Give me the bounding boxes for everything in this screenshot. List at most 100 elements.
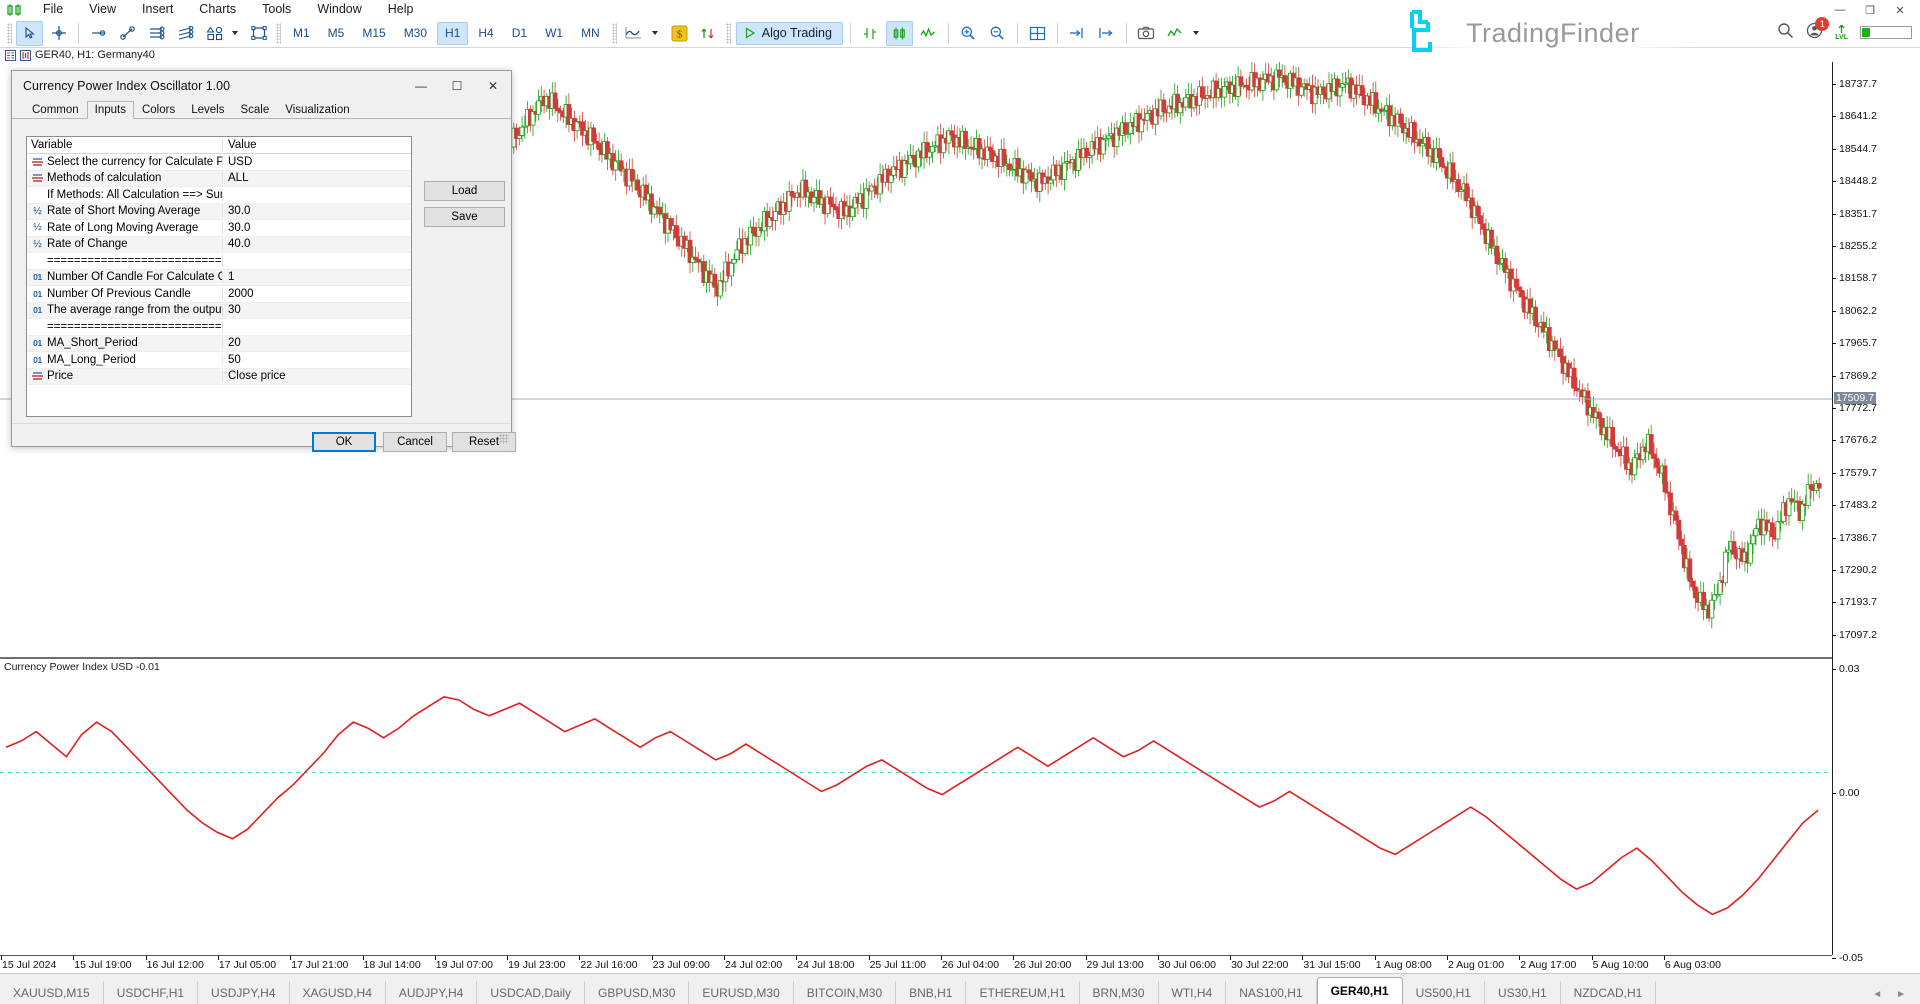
minimize-window-button[interactable]: — <box>1826 2 1854 18</box>
toolbar-grip-2[interactable] <box>276 23 281 44</box>
chart-tab[interactable]: BNB,H1 <box>896 981 966 1004</box>
toolbar-grip[interactable] <box>7 23 12 44</box>
inputs-grid-row[interactable]: ½Rate of Change40.0 <box>27 237 411 254</box>
input-value[interactable]: 50 <box>223 354 411 366</box>
inputs-grid-row[interactable]: ½Rate of Short Moving Average30.0 <box>27 204 411 221</box>
menu-insert[interactable]: Insert <box>129 0 186 19</box>
tab-prev-button[interactable]: ◄ <box>1872 989 1882 1000</box>
chart-tab[interactable]: USDJPY,H4 <box>198 981 289 1004</box>
indicators-icon[interactable] <box>695 21 722 46</box>
dialog-resize-grip[interactable] <box>499 434 509 444</box>
minimize-icon[interactable]: — <box>403 72 439 100</box>
menu-file[interactable]: File <box>30 0 76 19</box>
zoom-out-icon[interactable] <box>984 21 1011 46</box>
object-select-icon[interactable] <box>245 21 272 46</box>
menu-help[interactable]: Help <box>375 0 427 19</box>
chart-tab[interactable]: NAS100,H1 <box>1226 981 1316 1004</box>
input-value[interactable]: ALL <box>223 172 411 184</box>
input-value[interactable]: 2000 <box>223 288 411 300</box>
maximize-icon[interactable]: ☐ <box>439 72 475 100</box>
tab-common[interactable]: Common <box>24 101 87 118</box>
tab-next-button[interactable]: ► <box>1896 989 1906 1000</box>
screenshot-icon[interactable] <box>1133 21 1160 46</box>
shapes-icon[interactable] <box>201 21 228 46</box>
timeframe-m15[interactable]: M15 <box>354 22 393 45</box>
inputs-grid-row[interactable]: 01Number Of Candle For Calculate Curren…… <box>27 270 411 287</box>
fibonacci-icon[interactable] <box>172 21 199 46</box>
tab-levels[interactable]: Levels <box>183 101 232 118</box>
chart-tab[interactable]: AUDJPY,H4 <box>386 981 477 1004</box>
menu-tools[interactable]: Tools <box>249 0 304 19</box>
price-scale[interactable]: 18737.718641.218544.718448.218351.718255… <box>1832 62 1920 955</box>
inputs-grid-row[interactable]: 01MA_Short_Period20 <box>27 336 411 353</box>
zoom-in-icon[interactable] <box>955 21 982 46</box>
pane-divider[interactable] <box>0 657 1920 659</box>
chart-type-dropdown-icon[interactable] <box>652 31 658 35</box>
diagonal-line-icon[interactable] <box>114 21 141 46</box>
tab-visualization[interactable]: Visualization <box>277 101 357 118</box>
timeframe-m30[interactable]: M30 <box>396 22 435 45</box>
chart-tab[interactable]: US30,H1 <box>1485 981 1561 1004</box>
toolbar-grip-3[interactable] <box>612 23 617 44</box>
timeframe-h4[interactable]: H4 <box>470 22 501 45</box>
timeframe-d1[interactable]: D1 <box>504 22 535 45</box>
load-button[interactable]: Load <box>424 181 505 201</box>
inputs-grid-row[interactable]: 01The average range from the output30 <box>27 303 411 320</box>
templates-dropdown-icon[interactable] <box>1193 31 1199 35</box>
chart-tab[interactable]: WTI,H4 <box>1159 981 1227 1004</box>
trendline-icon[interactable] <box>85 21 112 46</box>
templates-icon[interactable] <box>1162 21 1189 46</box>
inputs-grid-row[interactable]: 01Number Of Previous Candle2000 <box>27 286 411 303</box>
tile-windows-icon[interactable] <box>1024 21 1051 46</box>
chart-shift-icon[interactable] <box>1064 21 1091 46</box>
arrow-cursor-icon[interactable] <box>16 21 43 46</box>
menu-charts[interactable]: Charts <box>186 0 249 19</box>
candlestick-chart-icon[interactable] <box>886 21 913 46</box>
menu-view[interactable]: View <box>76 0 129 19</box>
data-window-icon[interactable] <box>5 50 16 61</box>
chart-tab[interactable]: BITCOIN,M30 <box>794 981 896 1004</box>
inputs-grid-row[interactable]: ==========================… <box>27 253 411 270</box>
chart-tab[interactable]: XAGUSD,H4 <box>290 981 386 1004</box>
inputs-grid-row[interactable]: ½Rate of Long Moving Average30.0 <box>27 220 411 237</box>
input-value[interactable]: 20 <box>223 337 411 349</box>
input-value[interactable]: 30.0 <box>223 222 411 234</box>
close-window-button[interactable]: ✕ <box>1886 2 1914 18</box>
save-button[interactable]: Save <box>424 207 505 227</box>
inputs-grid-row[interactable]: Methods of calculationALL <box>27 171 411 188</box>
tab-scale[interactable]: Scale <box>232 101 277 118</box>
shapes-dropdown-icon[interactable] <box>232 31 238 35</box>
chart-tab[interactable]: XAUUSD,M15 <box>0 981 104 1004</box>
input-value[interactable]: 1 <box>223 271 411 283</box>
input-value[interactable]: USD <box>223 156 411 168</box>
chart-tab[interactable]: USDCAD,Daily <box>477 981 585 1004</box>
algo-trading-button[interactable]: Algo Trading <box>736 22 843 45</box>
crosshair-icon[interactable] <box>45 21 72 46</box>
chart-tab[interactable]: USDCHF,H1 <box>104 981 198 1004</box>
line-chart-icon[interactable] <box>621 21 648 46</box>
dialog-titlebar[interactable]: Currency Power Index Oscillator 1.00 — ☐… <box>12 71 511 101</box>
line-graph-icon[interactable] <box>915 21 942 46</box>
inputs-grid-row[interactable]: 01MA_Long_Period50 <box>27 352 411 369</box>
chart-tab[interactable]: US500,H1 <box>1403 981 1485 1004</box>
oscillator-pane[interactable] <box>0 660 1832 955</box>
menu-window[interactable]: Window <box>304 0 374 19</box>
equidistant-channel-icon[interactable] <box>143 21 170 46</box>
search-icon[interactable] <box>1777 22 1794 42</box>
timeframe-m1[interactable]: M1 <box>285 22 318 45</box>
bar-chart-icon[interactable] <box>857 21 884 46</box>
chart-icon[interactable] <box>20 50 31 61</box>
close-icon[interactable]: ✕ <box>475 72 511 100</box>
input-value[interactable]: 40.0 <box>223 238 411 250</box>
timeframe-m5[interactable]: M5 <box>320 22 353 45</box>
tab-colors[interactable]: Colors <box>134 101 183 118</box>
chart-tab[interactable]: ETHEREUM,H1 <box>966 981 1079 1004</box>
input-value[interactable]: Close price <box>223 370 411 382</box>
tab-inputs[interactable]: Inputs <box>87 101 134 119</box>
chart-tab[interactable]: EURUSD,M30 <box>689 981 793 1004</box>
input-value[interactable]: 30 <box>223 304 411 316</box>
timeframe-mn[interactable]: MN <box>573 22 608 45</box>
restore-window-button[interactable]: ❐ <box>1856 2 1884 18</box>
timeframe-h1[interactable]: H1 <box>437 22 468 45</box>
toolbar-grip-4[interactable] <box>726 23 731 44</box>
